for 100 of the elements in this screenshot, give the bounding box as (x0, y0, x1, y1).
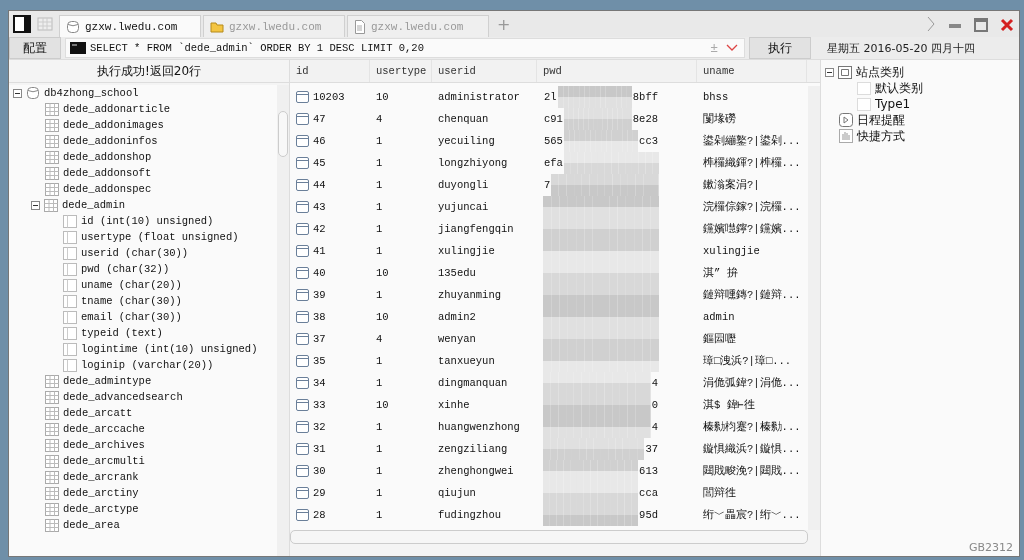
tree-item[interactable]: dede_admin (62, 199, 125, 211)
scrollbar[interactable] (277, 85, 289, 556)
folder-icon (210, 20, 224, 33)
table-cell: 37 (313, 333, 326, 345)
config-button[interactable]: 配置 (9, 37, 61, 59)
table-cell-text: longzhiyong (437, 156, 509, 171)
table-cell-text: xulingjie (437, 244, 496, 259)
table-icon (45, 134, 59, 148)
tree-item[interactable]: dede_arctype (63, 503, 139, 515)
table-cell-text: 10 (375, 310, 390, 325)
table-cell-text: 闅堟磱 (702, 112, 737, 127)
table-cell: 4 (650, 421, 659, 433)
table-cell: 35 (313, 355, 326, 367)
table-cell: 46 (313, 135, 326, 147)
table-cell-text: 璋□洩浜?|璋□... (702, 354, 793, 369)
row-icon (296, 355, 309, 367)
table-icon (45, 438, 59, 452)
table-icon (45, 518, 59, 532)
table-cell: 38 (313, 311, 326, 323)
tree-item[interactable]: dede_arctiny (63, 487, 139, 499)
scrollbar[interactable] (808, 86, 820, 530)
tree-item[interactable]: dede_addoninfos (63, 135, 158, 147)
table-icon (45, 422, 59, 436)
tree-item[interactable]: db4zhong_school (44, 87, 139, 99)
tree-item[interactable]: Type1 (875, 97, 911, 111)
row-icon (296, 289, 309, 301)
column-header[interactable]: id (290, 60, 370, 82)
table-cell-text: 1 (375, 464, 384, 479)
tree-item[interactable]: usertype (float unsigned) (81, 231, 239, 243)
table-cell-text: 1 (375, 376, 384, 391)
table-icon (45, 486, 59, 500)
tree-item[interactable]: uname (char(20)) (81, 279, 182, 291)
column-header[interactable]: userid (432, 60, 537, 82)
table-cell-text: wenyan (437, 332, 477, 347)
tree-item[interactable]: 日程提醒 (857, 111, 905, 129)
tree-item[interactable]: dede_arcmulti (63, 455, 145, 467)
column-icon (63, 326, 77, 340)
column-header[interactable]: pwd (537, 60, 697, 82)
collapse-icon[interactable] (31, 200, 40, 210)
row-icon (296, 509, 309, 521)
mosaic-drawing (563, 108, 632, 130)
tree-item[interactable]: email (char(30)) (81, 311, 182, 323)
table-cell-text: 1 (375, 354, 384, 369)
table-cell-text: 1 (375, 156, 384, 171)
table-cell-text: 鏉滃案涓?| (702, 177, 761, 193)
tree-item[interactable]: dede_addonimages (63, 119, 164, 131)
document-icon (354, 19, 366, 34)
tree-item[interactable]: loginip (varchar(20)) (81, 359, 214, 371)
table-cell: 39 (313, 289, 326, 301)
query-field[interactable]: SELECT * FROM `dede_admin` ORDER BY 1 DESC LIMIT 0,20 ± (65, 38, 745, 58)
tree-item[interactable]: dede_advancedsearch (63, 391, 183, 403)
tree-item[interactable]: dede_addonspec (63, 183, 152, 195)
horizontal-scrollbar[interactable] (290, 530, 808, 544)
close-icon (1000, 18, 1014, 32)
tree-item[interactable]: dede_area (63, 519, 120, 531)
tree-item[interactable]: 站点类别 (856, 63, 904, 81)
table-cell: 34 (313, 377, 326, 389)
column-icon (63, 262, 77, 276)
row-icon (296, 179, 309, 191)
tree-item[interactable]: id (int(10) unsigned) (81, 215, 214, 227)
row-icon (296, 465, 309, 477)
tree-item[interactable]: dede_arccache (63, 423, 145, 435)
tree-item[interactable]: dede_admintype (63, 375, 152, 387)
collapse-icon[interactable] (825, 67, 834, 77)
tree-item[interactable]: dede_arcrank (63, 471, 139, 483)
tree-item[interactable]: 默认类别 (875, 79, 923, 97)
tree-item[interactable]: dede_archives (63, 439, 145, 451)
table-cell-text: jiangfengqin (437, 222, 515, 237)
tree-item[interactable]: dede_addonarticle (63, 103, 171, 115)
table-cell-text: zhenghongwei (437, 464, 515, 479)
table-cell-text: 10 (375, 266, 390, 281)
table-cell: 30 (313, 465, 326, 477)
table-icon (45, 390, 59, 404)
column-header[interactable]: usertype (370, 60, 432, 82)
collapse-icon[interactable] (13, 88, 22, 98)
tree-item[interactable]: tname (char(30)) (81, 295, 182, 307)
column-header[interactable]: uname (697, 60, 807, 82)
run-button[interactable]: 执行 (749, 37, 811, 59)
tree-item[interactable]: pwd (char(32)) (81, 263, 170, 275)
table-icon (45, 502, 59, 516)
table-cell: 28 (313, 509, 326, 521)
row-icon (296, 245, 309, 257)
tree-item[interactable]: dede_arcatt (63, 407, 133, 419)
tree-item[interactable]: typeid (text) (81, 327, 163, 339)
tab[interactable]: gzxw.lwedu.com (59, 15, 201, 37)
tree-item[interactable]: logintime (int(10) unsigned) (81, 343, 258, 355)
table-cell: 44 (313, 179, 326, 191)
row-icon (296, 135, 309, 147)
tree-item[interactable]: dede_addonsoft (63, 167, 152, 179)
row-icon (296, 311, 309, 323)
tree-item[interactable]: dede_addonshop (63, 151, 152, 163)
table-cell-text: qiujun (437, 486, 477, 501)
table-cell-text: 閮戝畯浼?|閮戝... (702, 464, 802, 479)
tree-item[interactable]: 快捷方式 (857, 127, 905, 145)
table-cell: 95d (638, 509, 659, 521)
table-cell: 2l (543, 91, 558, 103)
table-icon (45, 166, 59, 180)
square-icon (857, 81, 871, 95)
table-cell-text: huangwenzhong (437, 420, 521, 435)
tree-item[interactable]: userid (char(30)) (81, 247, 189, 259)
